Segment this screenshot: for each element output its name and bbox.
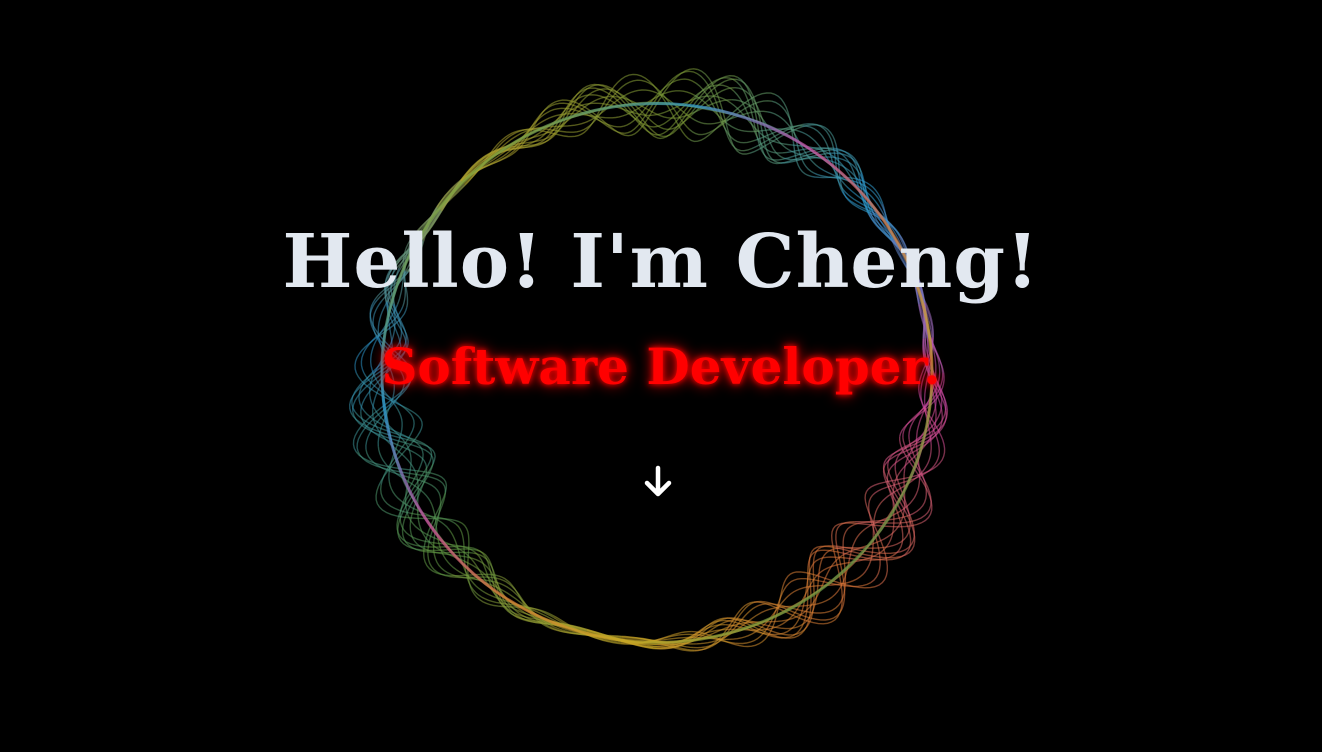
wave-ring-strand — [355, 451, 417, 472]
wave-ring-strand — [730, 635, 769, 648]
arrow-down-icon — [636, 460, 680, 504]
wave-ring-strand — [895, 507, 904, 554]
wave-ring-strand — [432, 540, 452, 576]
wave-ring-strand — [887, 515, 911, 548]
wave-ring-strand — [799, 568, 812, 617]
scroll-down-button[interactable] — [636, 460, 680, 504]
role-subtitle: Software Developer. — [381, 337, 941, 396]
wave-ring-strand — [908, 481, 927, 517]
hero-section: Hello! I'm Cheng! Software Developer. — [0, 0, 1322, 752]
wave-ring-strand — [617, 73, 658, 91]
greeting-heading: Hello! I'm Cheng! — [282, 219, 1040, 305]
wave-ring-strand — [375, 485, 403, 518]
wave-ring-strand — [618, 79, 658, 91]
